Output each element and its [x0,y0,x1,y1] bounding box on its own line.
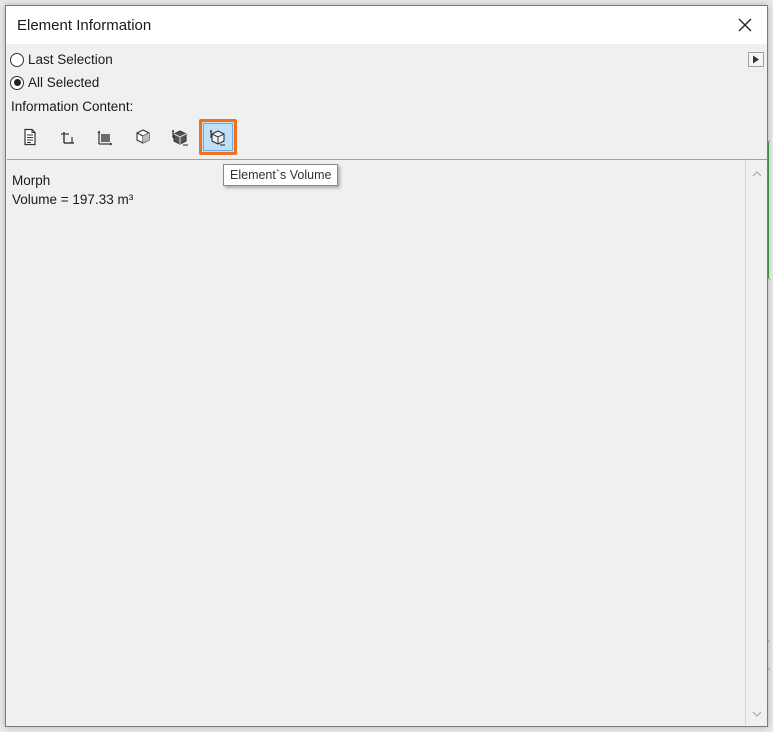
information-content-toolbar [17,119,237,155]
expand-panel-button[interactable] [748,52,764,67]
vertical-scrollbar[interactable] [745,159,767,725]
close-icon [738,18,752,32]
radio-last-selection[interactable]: Last Selection [10,52,113,67]
information-content-label: Information Content: [11,99,134,114]
tool-length[interactable] [55,124,81,150]
close-button[interactable] [723,6,767,44]
chevron-down-icon [752,711,762,717]
title-bar[interactable]: Element Information [6,6,767,44]
length-icon [60,132,74,144]
box-icon [135,129,150,144]
surface-icon [171,129,188,146]
tool-general-info[interactable] [17,124,43,150]
radio-label: Last Selection [28,52,113,67]
tool-area[interactable] [92,124,118,150]
volume-value: Volume = 197.33 m³ [12,192,134,207]
triangle-right-icon [753,55,759,64]
tooltip: Element`s Volume [223,164,339,186]
element-type: Morph [12,173,51,188]
window-title: Element Information [17,17,152,34]
chevron-up-icon [752,170,762,176]
result-panel: Morph Volume = 197.33 m³ [7,159,746,726]
scroll-down-button[interactable] [746,705,768,723]
tool-volume-inner [202,123,233,151]
radio-button[interactable] [10,52,24,67]
document-icon [24,128,36,146]
tool-surface[interactable] [167,124,193,150]
radio-all-selected[interactable]: All Selected [10,75,99,90]
background-drawing [768,140,773,280]
radio-label: All Selected [28,75,100,90]
element-information-dialog: Element Information Last Selection All S… [5,5,768,727]
tool-volume[interactable] [198,119,237,155]
area-icon [97,130,113,146]
result-text: Morph Volume = 197.33 m³ [12,171,133,209]
scroll-up-button[interactable] [746,164,768,182]
radio-button[interactable] [10,75,24,90]
volume-icon [209,129,225,146]
tool-box[interactable] [130,124,156,150]
